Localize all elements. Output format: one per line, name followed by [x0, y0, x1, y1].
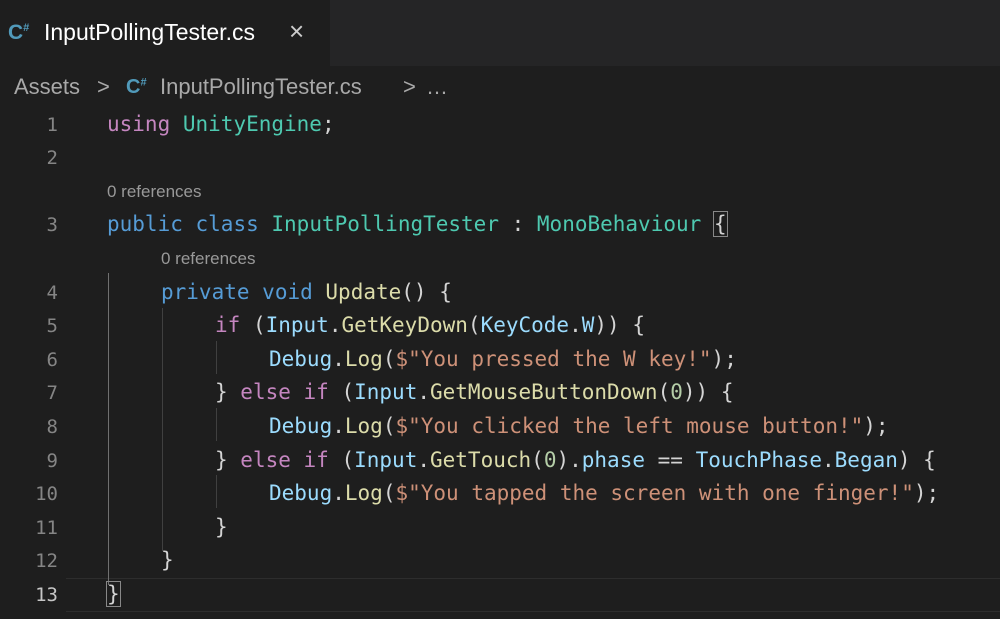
csharp-icon: C# [126, 76, 147, 98]
code-line: if (Input.GetKeyDown(KeyCode.W)) { [215, 313, 645, 337]
indent-guide [216, 341, 217, 374]
line-number: 3 [46, 214, 58, 236]
breadcrumb-separator: > [403, 74, 416, 99]
code-editor[interactable]: 1 2 3 4 5 6 7 8 9 10 11 12 13 0 referenc… [0, 108, 1000, 619]
code-line: Debug.Log($"You pressed the W key!"); [269, 347, 737, 371]
line-number: 1 [46, 114, 58, 136]
line-number: 5 [46, 315, 58, 337]
code-line: } else if (Input.GetMouseButtonDown(0)) … [215, 380, 734, 404]
indent-guide [162, 308, 163, 551]
line-number: 2 [46, 147, 58, 169]
breadcrumb-separator: > [97, 74, 110, 99]
codelens-references[interactable]: 0 references [107, 182, 202, 202]
code-line: using UnityEngine; [107, 112, 335, 136]
current-line-highlight [66, 578, 1000, 612]
code-line: } else if (Input.GetTouch(0).phase == To… [215, 448, 936, 472]
line-number: 12 [35, 550, 58, 572]
bracket-match: { [712, 211, 728, 237]
close-icon[interactable]: × [289, 18, 304, 44]
codelens-references[interactable]: 0 references [161, 249, 256, 269]
line-number: 11 [35, 517, 58, 539]
code-line: private void Update() { [161, 280, 452, 304]
line-number: 10 [35, 483, 58, 505]
breadcrumb-folder[interactable]: Assets [14, 74, 80, 100]
code-line: Debug.Log($"You clicked the left mouse b… [269, 414, 889, 438]
indent-guide [216, 475, 217, 508]
breadcrumb: Assets > C# InputPollingTester.cs > … [0, 66, 1000, 108]
tab-inputpollingtester[interactable]: C# InputPollingTester.cs × [0, 0, 330, 66]
line-number: 7 [46, 382, 58, 404]
line-number: 4 [46, 282, 58, 304]
breadcrumb-file[interactable]: InputPollingTester.cs [160, 74, 362, 100]
code-line: } [161, 548, 174, 572]
tab-bar: C# InputPollingTester.cs × [0, 0, 1000, 66]
tab-title[interactable]: InputPollingTester.cs [44, 19, 255, 46]
code-line: Debug.Log($"You tapped the screen with o… [269, 481, 940, 505]
code-line: public class InputPollingTester : MonoBe… [107, 211, 728, 237]
code-line-active: } [106, 581, 121, 607]
csharp-icon: C# [8, 21, 30, 44]
indent-guide [216, 408, 217, 441]
indent-guide [108, 273, 109, 585]
breadcrumb-more[interactable]: … [426, 74, 448, 100]
line-number-active: 13 [35, 584, 58, 606]
line-number: 8 [46, 416, 58, 438]
bracket-match: } [106, 581, 121, 607]
code-line: } [215, 515, 228, 539]
line-number: 6 [46, 349, 58, 371]
line-number: 9 [46, 450, 58, 472]
